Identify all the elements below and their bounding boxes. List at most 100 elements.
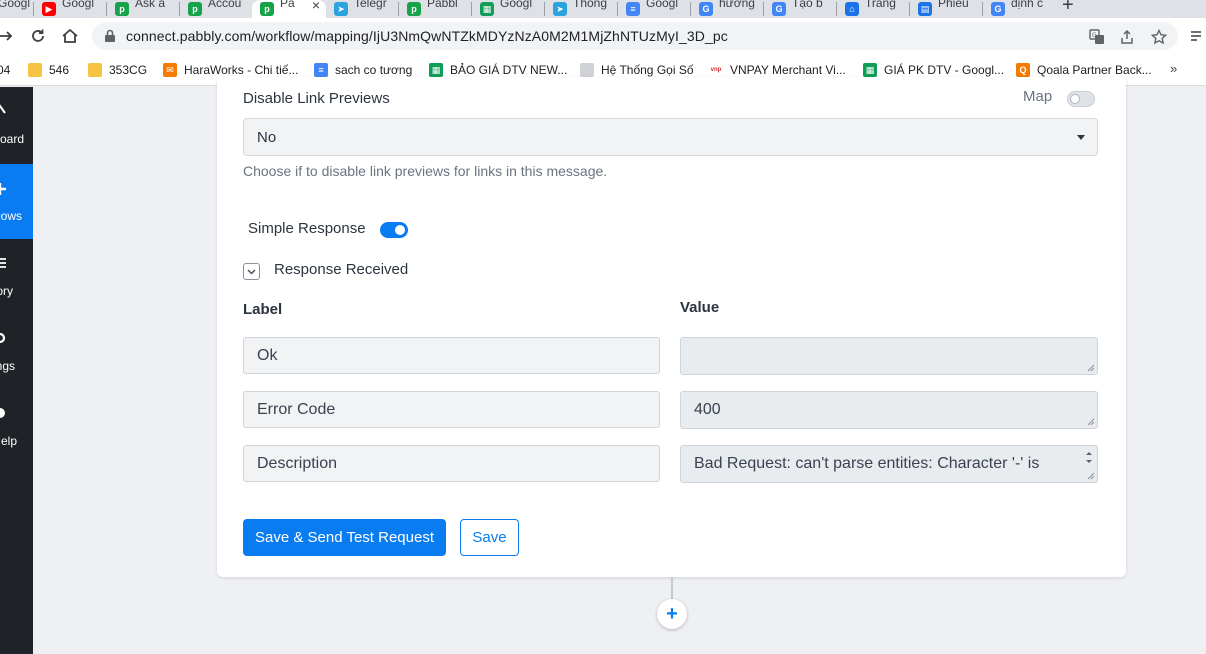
response-label-input[interactable]: Ok <box>243 337 660 374</box>
bookmark-star-icon[interactable] <box>1150 28 1168 46</box>
browser-tab[interactable]: ➤ Telegr <box>326 0 398 18</box>
google-docs-icon: ≡ <box>314 63 328 77</box>
sidebar-item-label: ory <box>0 284 13 298</box>
browser-tab[interactable]: G Googl <box>0 0 32 18</box>
browser-tab-active[interactable]: p Pa × <box>252 0 326 18</box>
translate-icon[interactable]: G <box>1088 28 1106 46</box>
tab-title: hướng <box>719 0 755 10</box>
google-docs-favicon-icon: ≡ <box>626 2 640 16</box>
browser-tab[interactable]: G Tạo b <box>764 0 836 18</box>
input-value: Ok <box>257 347 278 364</box>
tab-title: Ask a <box>135 0 166 10</box>
resize-grip-icon[interactable] <box>1086 471 1095 480</box>
sidebar-item-label: board <box>0 132 24 146</box>
home-icon[interactable] <box>58 24 82 48</box>
settings-icon <box>0 332 6 344</box>
browser-tab-strip: G Googl ▶ Googl p Ask a p Accou p Pa × ➤… <box>0 0 1206 18</box>
simple-response-label: Simple Response <box>248 220 366 237</box>
pabbly-favicon-icon: p <box>115 2 129 16</box>
response-value-textarea[interactable]: Bad Request: can't parse entities: Chara… <box>680 445 1098 483</box>
select-value: No <box>257 129 277 146</box>
page-favicon-icon: ⌂ <box>845 2 859 16</box>
help-text: Choose if to disable link previews for l… <box>243 163 608 179</box>
lock-icon[interactable] <box>104 29 116 48</box>
new-tab-button[interactable]: + <box>1062 0 1074 17</box>
tab-title: Googl <box>0 0 31 10</box>
action-config-card: Disable Link Previews Map No Choose if t… <box>217 77 1126 577</box>
url-text[interactable]: connect.pabbly.com/workflow/mapping/IjU3… <box>126 28 728 44</box>
sidebar-item-settings[interactable]: ngs <box>0 314 33 389</box>
bookmark-label: VNPAY Merchant Vi... <box>730 63 846 77</box>
browser-tab[interactable]: ⌂ Trang <box>837 0 909 18</box>
more-bookmarks-icon[interactable]: » <box>1170 61 1177 76</box>
browser-tab[interactable]: p Ask a <box>107 0 179 18</box>
svg-text:G: G <box>1092 32 1097 39</box>
textarea-value: 400 <box>694 401 721 418</box>
bookmark-item[interactable]: 04 <box>0 61 10 79</box>
input-value: Error Code <box>257 401 336 418</box>
resize-grip-icon[interactable] <box>1086 417 1095 426</box>
simple-response-toggle[interactable] <box>380 222 408 238</box>
browser-tab[interactable]: p Pabbl <box>399 0 471 18</box>
bookmark-folder[interactable]: 353CG <box>88 61 147 79</box>
save-button[interactable]: Save <box>460 519 519 556</box>
help-icon <box>0 408 5 418</box>
telegram-favicon-icon: ➤ <box>334 2 348 16</box>
bookmark-label: HaraWorks - Chi tiế... <box>184 63 299 77</box>
response-value-textarea[interactable] <box>680 337 1098 375</box>
response-value-textarea[interactable]: 400 <box>680 391 1098 429</box>
add-step-button[interactable]: + <box>657 599 687 629</box>
pabbly-favicon-icon: p <box>188 2 202 16</box>
tab-title: Pabbl <box>427 0 458 10</box>
browser-toolbar: connect.pabbly.com/workflow/mapping/IjU3… <box>0 18 1206 54</box>
value-column-header: Value <box>680 299 720 316</box>
plus-icon: + <box>666 602 678 625</box>
dashboard-icon <box>0 104 6 114</box>
forward-icon[interactable] <box>0 24 18 48</box>
sidebar-item-workflows[interactable]: lows <box>0 164 33 239</box>
main-content: Disable Link Previews Map No Choose if t… <box>33 77 1206 654</box>
browser-tab[interactable]: ≡ Googl <box>618 0 690 18</box>
browser-tab[interactable]: ▤ Phiếu <box>910 0 982 18</box>
reading-list-icon[interactable] <box>1190 30 1206 49</box>
page-favicon-icon: ▤ <box>918 2 932 16</box>
tab-title: Telegr <box>354 0 387 10</box>
sidebar-item-dashboard[interactable]: board <box>0 87 33 162</box>
bookmark-label: Hệ Thống Gọi Số <box>601 63 694 77</box>
sidebar-item-history[interactable]: ory <box>0 239 33 314</box>
toggle-knob <box>1070 94 1080 104</box>
tab-title: Trang <box>865 0 896 10</box>
save-and-send-test-request-button[interactable]: Save & Send Test Request <box>243 519 446 556</box>
bookmark-label: sach co tương <box>335 63 413 77</box>
sidebar-item-help[interactable]: elp <box>0 389 33 464</box>
app-sidebar: board lows ory ngs elp <box>0 87 33 654</box>
resize-grip-icon[interactable] <box>1086 363 1095 372</box>
tab-close-icon[interactable]: × <box>312 0 320 13</box>
map-toggle-label: Map <box>1023 88 1053 105</box>
browser-tab[interactable]: G hướng <box>691 0 763 18</box>
sidebar-item-label: elp <box>0 434 17 448</box>
label-column-header: Label <box>243 301 283 318</box>
page-icon <box>580 63 594 77</box>
reload-icon[interactable] <box>26 24 50 48</box>
browser-tab[interactable]: ➤ Thông <box>545 0 617 18</box>
folder-icon <box>28 63 42 77</box>
response-received-toggle[interactable] <box>243 263 260 280</box>
browser-tab[interactable]: G định c <box>983 0 1055 18</box>
disable-link-previews-select[interactable]: No <box>243 118 1098 156</box>
caret-down-icon <box>1077 135 1085 140</box>
bookmark-folder[interactable]: 546 <box>28 61 69 79</box>
browser-tab[interactable]: ▶ Googl <box>34 0 106 18</box>
bookmark-label: Qoala Partner Back... <box>1037 63 1152 77</box>
response-label-input[interactable]: Description <box>243 445 660 482</box>
browser-tab[interactable]: ▦ Googl <box>472 0 544 18</box>
browser-tab[interactable]: p Accou <box>180 0 252 18</box>
map-toggle[interactable] <box>1067 91 1095 107</box>
bookmark-label: GIÁ PK DTV - Googl... <box>884 63 1005 77</box>
telegram-favicon-icon: ➤ <box>553 2 567 16</box>
google-sheets-icon: ▦ <box>863 63 877 77</box>
share-icon[interactable] <box>1118 28 1136 46</box>
google-sheets-icon: ▦ <box>429 63 443 77</box>
address-bar[interactable]: connect.pabbly.com/workflow/mapping/IjU3… <box>92 22 1178 50</box>
response-label-input[interactable]: Error Code <box>243 391 660 428</box>
